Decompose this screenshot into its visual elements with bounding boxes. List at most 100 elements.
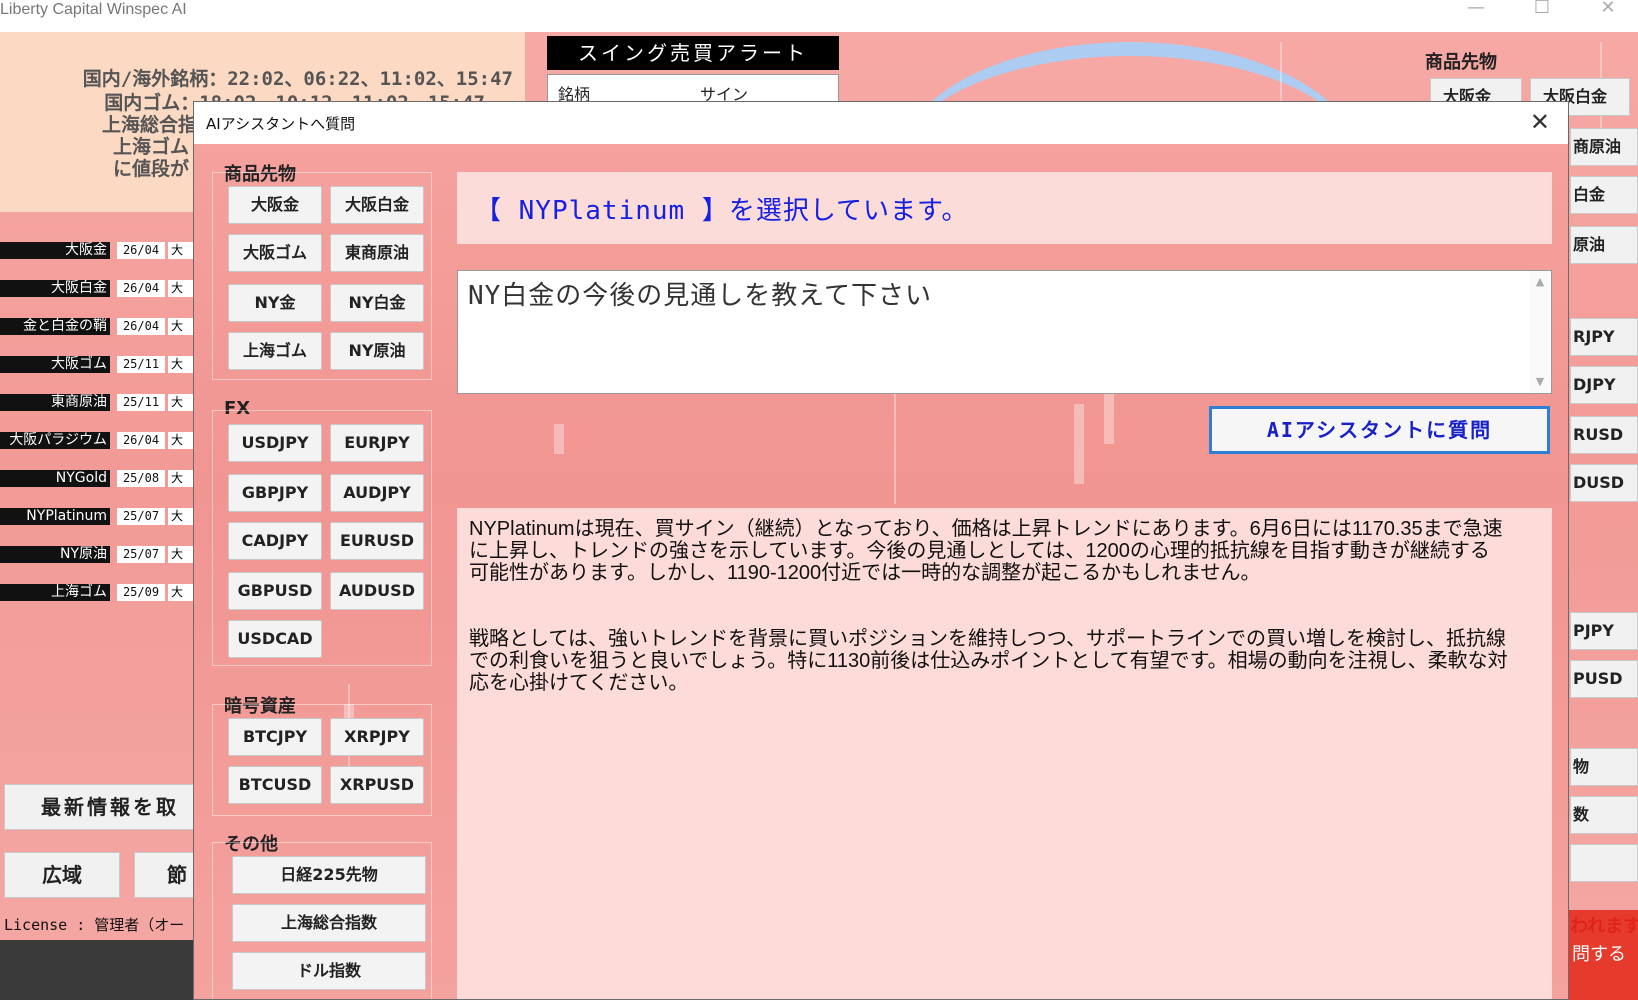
decorative-candle	[554, 424, 564, 454]
select-button-audusd[interactable]: AUDUSD	[330, 572, 424, 610]
question-input[interactable]	[458, 271, 1528, 393]
select-button-osaka-platinum[interactable]: 大阪白金	[330, 186, 424, 224]
window-title: Liberty Capital Winspec AI	[0, 1, 187, 18]
quote-name: 金と白金の鞘	[0, 318, 110, 335]
select-button-btcjpy[interactable]: BTCJPY	[228, 718, 322, 756]
quote-row[interactable]: 金と白金の鞘 26/04 大	[0, 316, 200, 336]
right-panel-button[interactable]: 数	[1570, 796, 1638, 834]
right-panel-button[interactable]: RJPY	[1570, 318, 1638, 356]
quote-name: NYPlatinum	[0, 508, 110, 525]
alert-table-header: 銘柄 サイン	[547, 74, 839, 104]
right-panel-button[interactable]: RUSD	[1570, 416, 1638, 454]
scroll-up-icon[interactable]: ▲	[1529, 271, 1551, 293]
bottom-bar	[0, 940, 200, 1000]
right-panel-button[interactable]: 白金	[1570, 176, 1638, 214]
selection-text: 【 NYPlatinum 】を選択しています。	[475, 196, 969, 226]
quote-date: 25/09	[117, 584, 165, 601]
right-panel-button-empty[interactable]	[1570, 844, 1638, 882]
select-button-ny-platinum[interactable]: NY白金	[330, 284, 424, 322]
ai-assistant-dialog: AIアシスタントへ質問 ✕ 商品先物 大阪金 大阪白金 大阪ゴム 東商原油 NY…	[193, 101, 1569, 1000]
select-button-xrpjpy[interactable]: XRPJPY	[330, 718, 424, 756]
scroll-down-icon[interactable]: ▼	[1529, 371, 1551, 393]
right-panel-button[interactable]: 原油	[1570, 226, 1638, 264]
node-button[interactable]: 節	[134, 852, 200, 898]
quote-name: 大阪ゴム	[0, 356, 110, 373]
select-button-usdcad[interactable]: USDCAD	[228, 620, 322, 658]
quote-row[interactable]: NYGold 25/08 大	[0, 468, 200, 488]
selection-banner: 【 NYPlatinum 】を選択しています。	[457, 172, 1552, 244]
license-text: License : 管理者（オー	[4, 916, 185, 934]
dialog-body: 商品先物 大阪金 大阪白金 大阪ゴム 東商原油 NY金 NY白金 上海ゴム NY…	[194, 144, 1568, 999]
quote-date: 25/11	[117, 394, 165, 411]
quote-date: 25/08	[117, 470, 165, 487]
dialog-close-icon[interactable]: ✕	[1530, 110, 1550, 134]
right-panel-label: 商品先物	[1425, 52, 1497, 73]
quote-row[interactable]: 大阪金 26/04 大	[0, 240, 200, 260]
select-button-ny-crude[interactable]: NY原油	[330, 332, 424, 370]
quote-row[interactable]: NYPlatinum 25/07 大	[0, 506, 200, 526]
quote-row[interactable]: 大阪白金 26/04 大	[0, 278, 200, 298]
quote-name: 東商原油	[0, 394, 110, 411]
fetch-latest-button[interactable]: 最新情報を取	[4, 784, 200, 830]
quote-date: 26/04	[117, 318, 165, 335]
quote-row[interactable]: NY原油 25/07 大	[0, 544, 200, 564]
maximize-icon[interactable]: ☐	[1522, 0, 1562, 20]
select-button-shanghai-rubber[interactable]: 上海ゴム	[228, 332, 322, 370]
select-button-eurusd[interactable]: EURUSD	[330, 522, 424, 560]
select-button-usdjpy[interactable]: USDJPY	[228, 424, 322, 462]
question-box: ▲ ▼	[457, 270, 1552, 394]
quote-date: 25/11	[117, 356, 165, 373]
window-titlebar: Liberty Capital Winspec AI — ☐ ✕	[0, 0, 1638, 32]
select-button-nikkei225[interactable]: 日経225先物	[232, 856, 426, 894]
answer-paragraph-1: NYPlatinumは現在、買サイン（継続）となっており、価格は上昇トレンドにあ…	[469, 518, 1503, 584]
quote-row[interactable]: 大阪ゴム 25/11 大	[0, 354, 200, 374]
quote-name: NY原油	[0, 546, 110, 563]
select-button-btcusd[interactable]: BTCUSD	[228, 766, 322, 804]
schedule-line: に値段が	[112, 158, 189, 180]
quote-date: 25/07	[117, 508, 165, 525]
ask-ai-button[interactable]: AIアシスタントに質問	[1209, 406, 1550, 454]
quote-row[interactable]: 大阪パラジウム 26/04 大	[0, 430, 200, 450]
question-scrollbar[interactable]: ▲ ▼	[1529, 271, 1551, 393]
close-icon[interactable]: ✕	[1588, 0, 1628, 20]
quote-name: 大阪金	[0, 242, 110, 259]
right-panel-note: われます	[1570, 916, 1638, 937]
quote-name: 大阪パラジウム	[0, 432, 110, 449]
dialog-titlebar: AIアシスタントへ質問 ✕	[194, 102, 1568, 144]
right-panel-button[interactable]: PJPY	[1570, 612, 1638, 650]
answer-panel: NYPlatinumは現在、買サイン（継続）となっており、価格は上昇トレンドにあ…	[457, 508, 1552, 999]
quote-name: NYGold	[0, 470, 110, 487]
right-panel-button[interactable]: DJPY	[1570, 366, 1638, 404]
select-button-audjpy[interactable]: AUDJPY	[330, 474, 424, 512]
schedule-line: 国内/海外銘柄：22:02、06:22、11:02、15:47	[82, 68, 513, 90]
minimize-icon[interactable]: —	[1456, 0, 1496, 20]
select-button-tocom-crude[interactable]: 東商原油	[330, 234, 424, 272]
select-button-osaka-rubber[interactable]: 大阪ゴム	[228, 234, 322, 272]
select-button-gbpjpy[interactable]: GBPJPY	[228, 474, 322, 512]
quote-date: 26/04	[117, 432, 165, 449]
decorative-candle	[1074, 404, 1084, 484]
select-button-dollar-index[interactable]: ドル指数	[232, 952, 426, 990]
select-button-shanghai-composite[interactable]: 上海総合指数	[232, 904, 426, 942]
decorative-candle	[894, 394, 896, 504]
select-button-cadjpy[interactable]: CADJPY	[228, 522, 322, 560]
select-button-osaka-gold[interactable]: 大阪金	[228, 186, 322, 224]
quote-date: 26/04	[117, 280, 165, 297]
quote-name: 大阪白金	[0, 280, 110, 297]
right-panel-button[interactable]: PUSD	[1570, 660, 1638, 698]
right-panel-note: 問する	[1572, 944, 1626, 965]
select-button-ny-gold[interactable]: NY金	[228, 284, 322, 322]
quote-row[interactable]: 上海ゴム 25/09 大	[0, 582, 200, 602]
select-button-eurjpy[interactable]: EURJPY	[330, 424, 424, 462]
swing-alert-title: スイング売買アラート	[547, 36, 839, 70]
right-panel-button[interactable]: DUSD	[1570, 464, 1638, 502]
quote-row[interactable]: 東商原油 25/11 大	[0, 392, 200, 412]
right-panel-button[interactable]: 物	[1570, 748, 1638, 786]
select-button-gbpusd[interactable]: GBPUSD	[228, 572, 322, 610]
right-panel-button[interactable]: 商原油	[1570, 128, 1638, 166]
quote-name: 上海ゴム	[0, 584, 110, 601]
quote-date: 25/07	[117, 546, 165, 563]
select-button-xrpusd[interactable]: XRPUSD	[330, 766, 424, 804]
answer-paragraph-2: 戦略としては、強いトレンドを背景に買いポジションを維持しつつ、サポートラインでの…	[469, 628, 1508, 694]
wide-area-button[interactable]: 広域	[4, 852, 120, 898]
